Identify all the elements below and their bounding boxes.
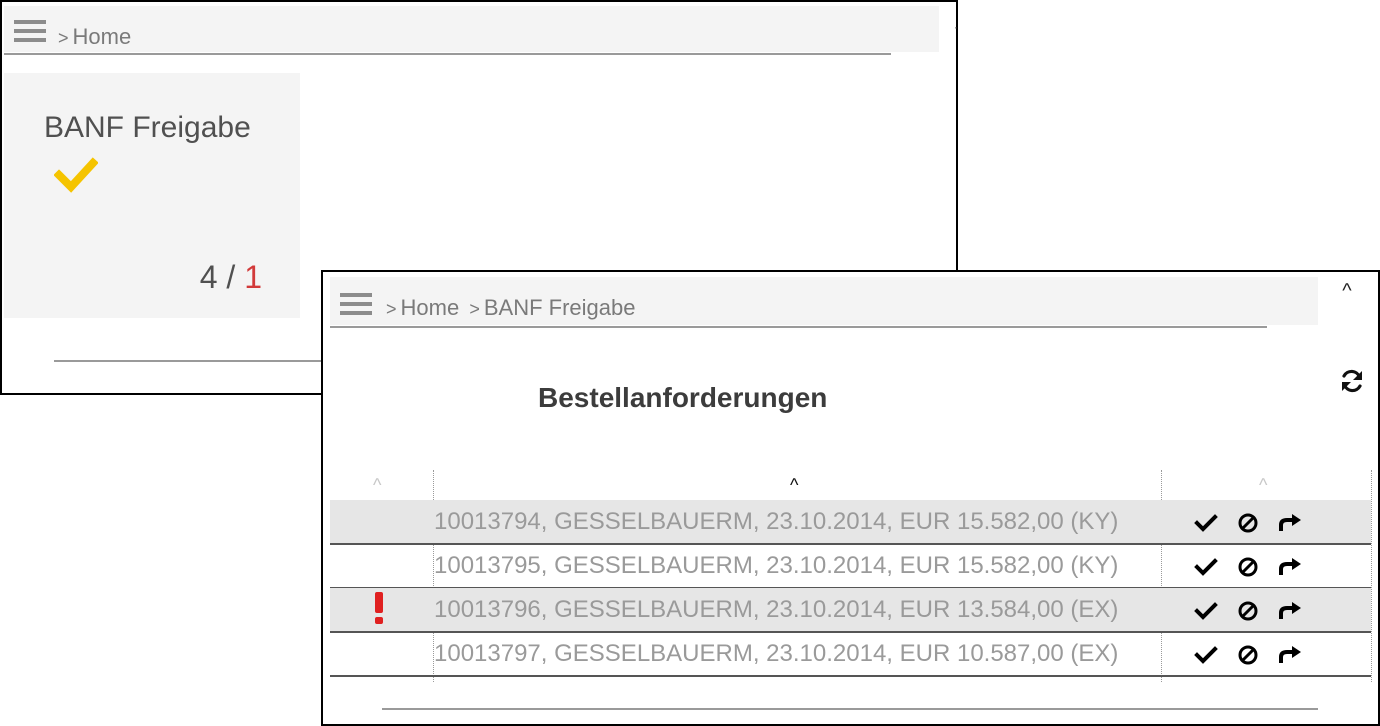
request-description: 10013795, GESSELBAUERM, 23.10.2014, EUR … (434, 552, 1119, 579)
breadcrumb-separator: > (386, 299, 397, 319)
forward-icon[interactable] (1278, 512, 1302, 534)
detail-header: > Home > BANF Freigabe (330, 277, 1318, 325)
alert-icon (375, 592, 383, 624)
approve-icon[interactable] (1194, 556, 1218, 578)
banf-freigabe-tile[interactable]: BANF Freigabe 4 / 1 (4, 73, 300, 318)
breadcrumb-home[interactable]: Home (73, 24, 132, 49)
tile-count: 4 / 1 (200, 259, 262, 296)
breadcrumb: > Home (58, 24, 131, 50)
header-divider (330, 326, 1267, 328)
approve-icon[interactable] (1194, 512, 1218, 534)
table-row[interactable]: 10013797, GESSELBAUERM, 23.10.2014, EUR … (330, 632, 1371, 677)
request-description: 10013794, GESSELBAUERM, 23.10.2014, EUR … (434, 508, 1119, 535)
sort-description-column[interactable]: ^ (790, 475, 798, 496)
reject-icon[interactable] (1236, 600, 1260, 622)
header-divider (4, 53, 891, 55)
reject-icon[interactable] (1236, 512, 1260, 534)
sort-flag-column[interactable]: ^ (373, 475, 381, 496)
count-total: 4 (199, 259, 218, 295)
breadcrumb-home[interactable]: Home (401, 295, 460, 320)
footer-divider (54, 360, 334, 362)
breadcrumb: > Home > BANF Freigabe (386, 295, 635, 321)
count-alert: 1 (244, 259, 262, 295)
menu-icon[interactable] (340, 293, 372, 317)
row-divider (330, 675, 1371, 677)
column-divider (1371, 470, 1372, 682)
approve-icon[interactable] (1194, 600, 1218, 622)
request-description: 10013797, GESSELBAUERM, 23.10.2014, EUR … (434, 640, 1119, 667)
table-row[interactable]: 10013796, GESSELBAUERM, 23.10.2014, EUR … (330, 588, 1371, 633)
footer-divider (382, 708, 1318, 710)
approve-icon[interactable] (1194, 644, 1218, 666)
table-row[interactable]: 10013795, GESSELBAUERM, 23.10.2014, EUR … (330, 544, 1371, 589)
reject-icon[interactable] (1236, 644, 1260, 666)
reject-icon[interactable] (1236, 556, 1260, 578)
page-title: Bestellanforderungen (538, 382, 828, 413)
check-icon (54, 157, 98, 193)
menu-icon[interactable] (14, 20, 46, 44)
window-edge-mark: · (954, 20, 958, 34)
count-divider: / (226, 259, 236, 295)
table-row[interactable]: 10013794, GESSELBAUERM, 23.10.2014, EUR … (330, 500, 1371, 545)
tile-title: BANF Freigabe (44, 111, 251, 144)
collapse-button[interactable]: ^ (1335, 280, 1359, 304)
refresh-icon[interactable] (1339, 368, 1365, 394)
breadcrumb-separator: > (58, 28, 69, 48)
sort-actions-column[interactable]: ^ (1259, 475, 1267, 496)
banf-detail-window: > Home > BANF Freigabe ^ Bestellanforderun… (321, 270, 1380, 726)
forward-icon[interactable] (1278, 556, 1302, 578)
forward-icon[interactable] (1278, 600, 1302, 622)
request-description: 10013796, GESSELBAUERM, 23.10.2014, EUR … (434, 596, 1119, 623)
forward-icon[interactable] (1278, 644, 1302, 666)
home-header: > Home (4, 6, 939, 52)
breadcrumb-separator: > (469, 299, 480, 319)
breadcrumb-current: BANF Freigabe (483, 295, 636, 320)
